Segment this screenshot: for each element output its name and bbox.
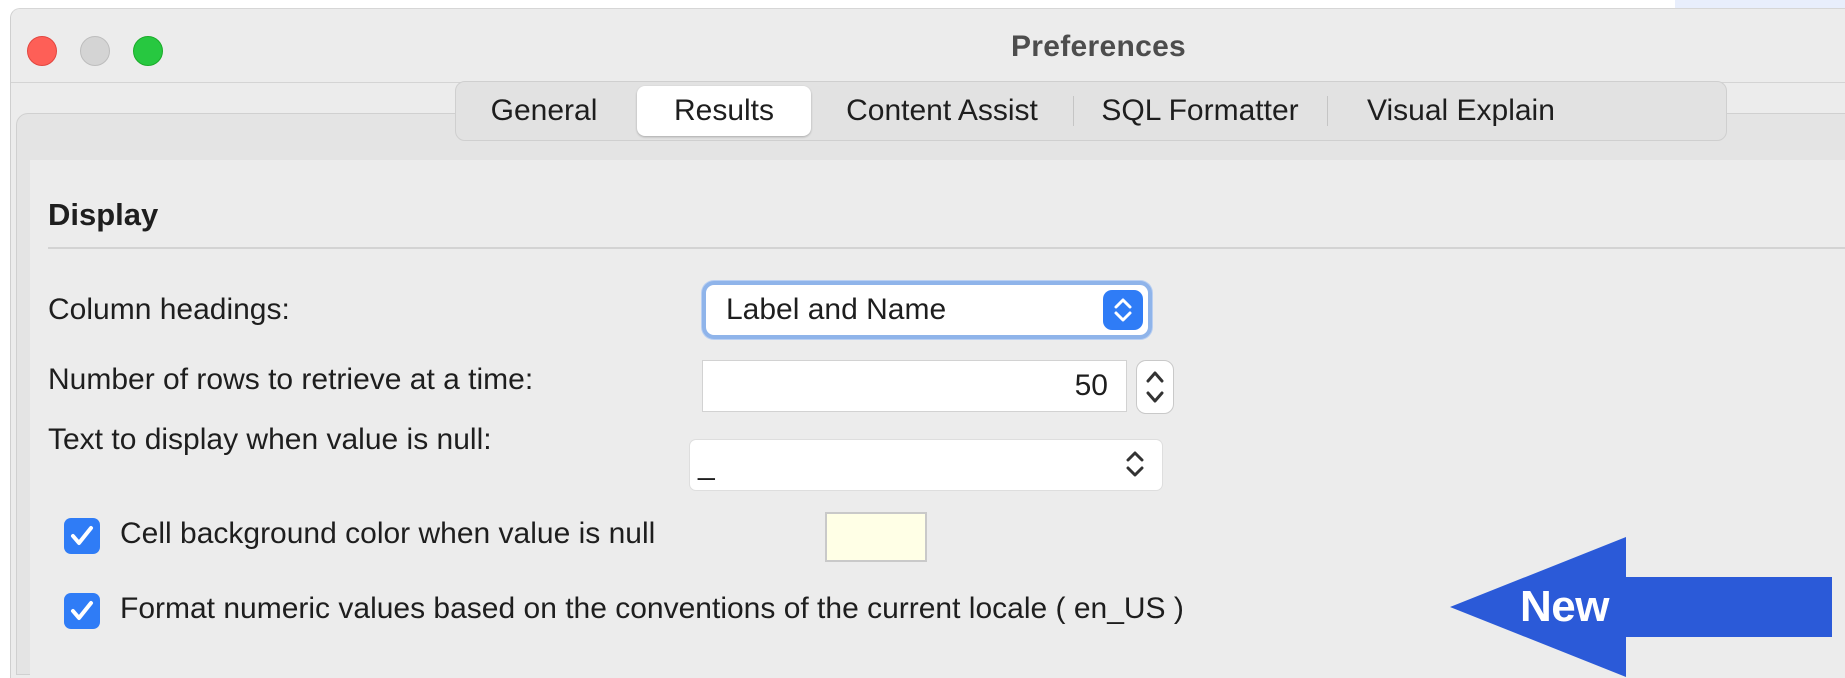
cell-bg-checkbox[interactable] [64, 518, 100, 554]
tab-separator [1073, 96, 1074, 126]
column-headings-select[interactable]: Label and Name [702, 281, 1152, 339]
null-text-label: Text to display when value is null: [48, 423, 492, 456]
tab-sql-formatter[interactable]: SQL Formatter [1075, 82, 1325, 140]
format-numeric-label: Format numeric values based on the conve… [120, 592, 1184, 625]
rows-input[interactable]: 50 [702, 360, 1127, 412]
tab-separator [1327, 96, 1328, 126]
rows-value: 50 [1074, 369, 1108, 402]
section-divider [48, 247, 1845, 249]
checkmark-icon [71, 601, 93, 620]
tab-visual-explain[interactable]: Visual Explain [1329, 82, 1719, 140]
cell-bg-label: Cell background color when value is null [120, 517, 656, 550]
null-text-value: _ [698, 448, 715, 481]
tab-results[interactable]: Results [637, 86, 811, 136]
null-text-combo[interactable]: _ [690, 440, 1162, 490]
checkmark-icon [71, 526, 93, 545]
tab-content-assist[interactable]: Content Assist [813, 82, 1071, 140]
new-annotation-label: New [1520, 582, 1609, 631]
tab-bar: General Results Content Assist SQL Forma… [455, 81, 1727, 141]
cell-bg-color-swatch[interactable] [825, 512, 927, 562]
column-headings-value: Label and Name [726, 293, 947, 326]
title-bar: Preferences [11, 9, 1845, 83]
window-title: Preferences [1010, 30, 1187, 63]
column-headings-label: Column headings: [48, 293, 290, 326]
background-highlight [1675, 0, 1845, 8]
chevron-updown-icon [1103, 290, 1143, 330]
rows-label: Number of rows to retrieve at a time: [48, 363, 534, 396]
arrow-left-icon [1450, 537, 1832, 677]
format-numeric-checkbox[interactable] [64, 593, 100, 629]
stepper-icon [1146, 371, 1164, 403]
rows-stepper[interactable] [1136, 360, 1174, 414]
section-title: Display [48, 197, 159, 232]
tab-general[interactable]: General [456, 82, 632, 140]
chevron-updown-icon [1126, 451, 1144, 477]
